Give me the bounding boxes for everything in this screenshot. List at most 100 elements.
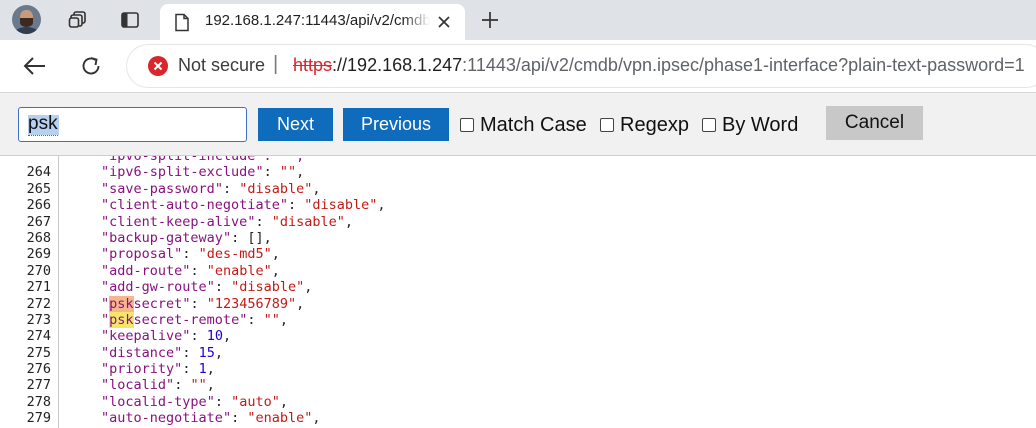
json-quote: " bbox=[101, 197, 110, 214]
regexp-label: Regexp bbox=[620, 113, 689, 136]
json-value: "disable" bbox=[271, 213, 345, 230]
json-quote: " bbox=[206, 279, 215, 296]
json-comma: , bbox=[263, 229, 272, 246]
line-number: 269 bbox=[26, 246, 51, 263]
json-colon: : bbox=[182, 246, 199, 263]
code-text: "client-auto-negotiate": "disable", bbox=[101, 197, 386, 213]
json-quote: " bbox=[222, 410, 232, 427]
tab-strip: 192.168.1.247:11443/api/v2/cmdb/vpn.ipse… bbox=[0, 0, 1036, 40]
next-button[interactable]: Next bbox=[258, 108, 333, 141]
json-quote: " bbox=[101, 377, 110, 394]
json-colon: : bbox=[263, 164, 280, 181]
json-quote: " bbox=[279, 197, 288, 214]
line-number: 267 bbox=[26, 213, 51, 230]
browser-toolbar: Not secure | https://192.168.1.247:11443… bbox=[0, 40, 1036, 92]
cancel-button[interactable]: Cancel bbox=[826, 106, 923, 140]
json-comma: , bbox=[377, 197, 386, 214]
code-text: "save-password": "disable", bbox=[101, 181, 321, 197]
line-number: 276 bbox=[26, 361, 51, 378]
json-comma: , bbox=[304, 279, 313, 296]
url-host: 192.168.1.247 bbox=[347, 55, 463, 75]
json-value: "disable" bbox=[304, 197, 378, 214]
json-colon: : bbox=[222, 180, 240, 197]
json-quote: " bbox=[101, 393, 110, 410]
json-colon: : bbox=[182, 344, 199, 361]
line-number: 278 bbox=[26, 393, 51, 410]
json-comma: , bbox=[296, 164, 305, 181]
checkbox-icon[interactable] bbox=[460, 118, 474, 132]
json-value: [] bbox=[247, 229, 264, 246]
json-key: secret-remote bbox=[133, 311, 240, 328]
active-tab[interactable]: 192.168.1.247:11443/api/v2/cmdb/vpn.ipse… bbox=[160, 4, 465, 40]
by-word-checkbox[interactable]: By Word bbox=[702, 112, 798, 138]
json-value: "des-md5" bbox=[198, 246, 272, 263]
not-secure-icon[interactable] bbox=[148, 56, 168, 76]
json-key: add-route bbox=[109, 262, 183, 279]
json-comma: , bbox=[296, 295, 305, 312]
code-text: "client-keep-alive": "disable", bbox=[101, 214, 353, 230]
match-case-checkbox[interactable]: Match Case bbox=[460, 112, 587, 138]
json-colon: : bbox=[190, 262, 207, 279]
address-bar[interactable]: Not secure | https://192.168.1.247:11443… bbox=[127, 45, 1036, 87]
tab-actions-icon[interactable] bbox=[114, 4, 146, 36]
json-quote: " bbox=[206, 393, 215, 410]
back-arrow-icon[interactable] bbox=[18, 50, 52, 82]
json-value: "disable" bbox=[231, 279, 305, 296]
checkbox-icon[interactable] bbox=[600, 118, 614, 132]
regexp-checkbox[interactable]: Regexp bbox=[600, 112, 689, 138]
json-colon: : bbox=[231, 229, 248, 246]
json-value: "" bbox=[263, 311, 280, 328]
json-quote: " bbox=[101, 361, 110, 378]
json-key: keepalive bbox=[109, 328, 183, 345]
line-number: 271 bbox=[26, 279, 51, 296]
line-number: 264 bbox=[26, 164, 51, 181]
json-quote: " bbox=[101, 344, 110, 361]
previous-button[interactable]: Previous bbox=[343, 108, 449, 141]
json-quote: " bbox=[222, 229, 232, 246]
code-text: "keepalive": 10, bbox=[101, 328, 231, 344]
json-quote: " bbox=[101, 180, 110, 197]
json-colon: : bbox=[214, 393, 232, 410]
code-text: "auto-negotiate": "enable", bbox=[101, 410, 321, 426]
line-number: 279 bbox=[26, 410, 51, 427]
json-value: "enable" bbox=[247, 410, 313, 427]
json-value: "enable" bbox=[206, 262, 272, 279]
plus-icon[interactable] bbox=[474, 4, 506, 36]
code-text: "psksecret": "123456789", bbox=[101, 295, 305, 312]
address-separator: | bbox=[273, 53, 279, 75]
json-colon: : bbox=[247, 311, 264, 328]
find-match: psk bbox=[109, 311, 134, 328]
json-colon: : bbox=[174, 377, 191, 394]
security-label[interactable]: Not secure bbox=[178, 55, 265, 76]
checkbox-icon[interactable] bbox=[702, 118, 716, 132]
line-number: 275 bbox=[26, 344, 51, 361]
profile-avatar[interactable] bbox=[12, 5, 41, 34]
find-bar: psk Next Previous Match Case Regexp By W… bbox=[0, 92, 1036, 156]
find-query-text: psk bbox=[28, 113, 58, 136]
json-value: "auto" bbox=[231, 393, 280, 410]
by-word-label: By Word bbox=[722, 113, 799, 136]
close-icon[interactable] bbox=[432, 10, 456, 34]
page-icon bbox=[174, 13, 190, 36]
source-view[interactable]: "ipv6-split-include": "", 264 "ipv6-split-… bbox=[0, 156, 1036, 428]
json-value: "" bbox=[279, 164, 297, 181]
json-comma: , bbox=[279, 393, 289, 410]
json-value: "" bbox=[190, 377, 207, 394]
json-key: client-keep-alive bbox=[109, 213, 248, 230]
json-colon: : bbox=[182, 361, 199, 378]
workspaces-icon[interactable] bbox=[62, 4, 94, 36]
json-colon: : bbox=[231, 410, 248, 427]
json-quote: " bbox=[101, 262, 110, 279]
code-text: "localid": "", bbox=[101, 377, 215, 393]
json-comma: , bbox=[344, 213, 354, 230]
reload-icon[interactable] bbox=[74, 50, 108, 82]
json-key: localid bbox=[109, 377, 167, 394]
json-value: 1 bbox=[198, 361, 207, 378]
url-text[interactable]: https://192.168.1.247:11443/api/v2/cmdb/… bbox=[293, 55, 1025, 76]
line-number: 266 bbox=[26, 197, 51, 214]
json-colon: : bbox=[255, 213, 272, 230]
code-text: "distance": 15, bbox=[101, 345, 223, 361]
json-comma: , bbox=[312, 180, 321, 197]
url-scheme: https bbox=[293, 55, 333, 75]
json-quote: " bbox=[101, 328, 110, 345]
